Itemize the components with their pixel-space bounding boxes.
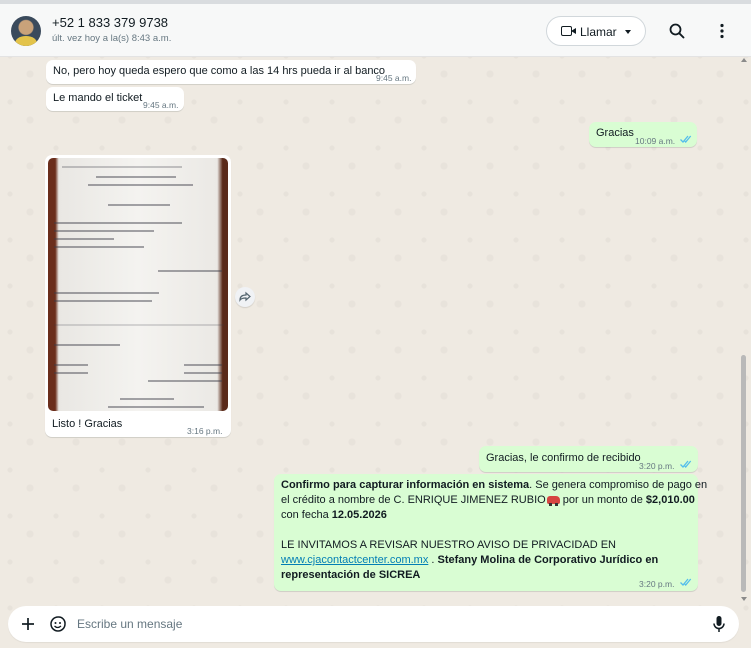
menu-button[interactable] — [713, 22, 731, 40]
message-line: el crédito a nombre de C. ENRIQUE JIMENE… — [281, 493, 695, 508]
message-input[interactable]: Escribe un mensaje — [77, 617, 182, 631]
message-text: el crédito a nombre de C. ENRIQUE JIMENE… — [281, 494, 546, 506]
message-bold-text: Confirmo para capturar información en si… — [281, 479, 530, 491]
video-camera-icon — [561, 26, 576, 36]
more-vert-icon — [720, 23, 724, 39]
read-ticks-icon — [680, 135, 692, 143]
message-text: Gracias — [596, 127, 634, 139]
message-incoming[interactable]: Le mando el ticket 9:45 a.m. — [46, 87, 184, 111]
read-ticks-icon — [680, 578, 692, 586]
message-bold-text: Stefany Molina de Corporativo Jurídico e… — [437, 554, 659, 566]
message-incoming[interactable]: No, pero hoy queda espero que como a las… — [46, 60, 416, 84]
forward-icon — [239, 291, 251, 302]
microphone-icon[interactable] — [712, 615, 726, 633]
forward-button[interactable] — [235, 287, 255, 307]
scroll-down-arrow[interactable] — [741, 597, 747, 601]
message-outgoing[interactable]: Confirmo para capturar información en si… — [274, 474, 707, 591]
message-text: . Se genera compromiso de pago en — [529, 479, 708, 491]
call-button-label: Llamar — [580, 25, 617, 39]
message-line: www.cjacontactcenter.com.mx . Stefany Mo… — [281, 553, 658, 568]
message-text: con fecha — [281, 509, 332, 521]
chat-header[interactable]: +52 1 833 379 9738 últ. vez hoy a la(s) … — [0, 4, 751, 57]
message-composer[interactable]: Escribe un mensaje — [8, 606, 739, 642]
image-caption: Listo ! Gracias — [52, 418, 123, 430]
ticket-photo[interactable] — [48, 158, 228, 411]
payment-date: 12.05.2026 — [331, 509, 387, 521]
payment-amount: $2,010.00 — [645, 494, 695, 506]
plus-icon[interactable] — [20, 616, 36, 632]
sticker-icon[interactable] — [49, 615, 67, 633]
message-text: Le mando el ticket — [53, 92, 143, 104]
message-line: Confirmo para capturar información en si… — [281, 478, 707, 493]
message-time: 9:45 a.m. — [376, 73, 412, 83]
message-time: 10:09 a.m. — [635, 136, 676, 146]
message-image[interactable]: Listo ! Gracias 3:16 p.m. — [45, 155, 231, 437]
call-button[interactable]: Llamar — [546, 16, 646, 46]
message-outgoing[interactable]: Gracias, le confirmo de recibido 3:20 p.… — [479, 446, 698, 472]
message-outgoing[interactable]: Gracias 10:09 a.m. — [589, 122, 697, 147]
scroll-up-arrow[interactable] — [741, 58, 747, 62]
message-line: con fecha 12.05.2026 — [281, 508, 387, 523]
message-text: No, pero hoy queda espero que como a las… — [53, 65, 386, 77]
scrollbar-thumb[interactable] — [741, 355, 746, 592]
contact-avatar[interactable] — [11, 16, 41, 46]
message-line: LE INVITAMOS A REVISAR NUESTRO AVISO DE … — [281, 539, 616, 551]
message-time: 3:20 p.m. — [639, 579, 675, 589]
search-icon — [669, 23, 685, 39]
last-seen-status: últ. vez hoy a la(s) 8:43 a.m. — [52, 33, 172, 44]
message-time: 9:45 a.m. — [143, 100, 179, 110]
chevron-down-icon — [625, 30, 631, 34]
chat-window: +52 1 833 379 9738 últ. vez hoy a la(s) … — [0, 0, 751, 648]
message-time: 3:20 p.m. — [639, 461, 675, 471]
message-text: por un monto de — [559, 494, 646, 506]
message-text: Gracias, le confirmo de recibido — [486, 452, 641, 464]
message-time: 3:16 p.m. — [187, 426, 223, 436]
privacy-link[interactable]: www.cjacontactcenter.com.mx — [281, 554, 428, 566]
message-text: . — [428, 554, 438, 566]
message-line: representación de SICREA — [281, 569, 421, 581]
car-emoji-icon — [546, 496, 560, 506]
search-button[interactable] — [668, 22, 686, 40]
read-ticks-icon — [680, 460, 692, 468]
contact-name[interactable]: +52 1 833 379 9738 — [52, 15, 168, 30]
